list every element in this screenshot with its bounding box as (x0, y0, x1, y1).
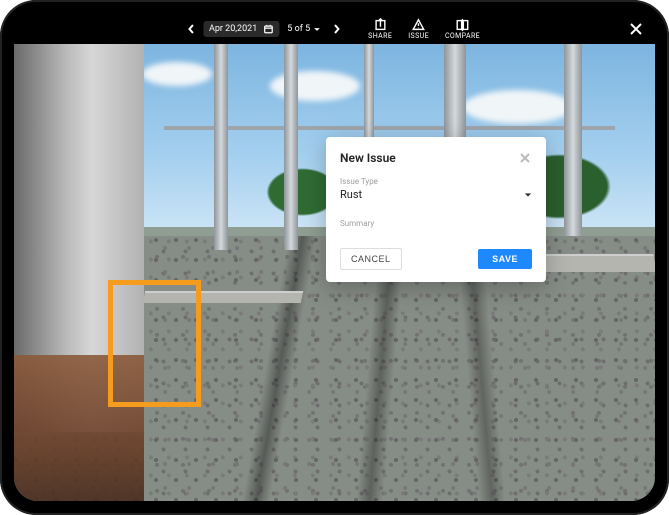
toolbar-center: Apr 20,2021 5 of 5 SHARE ISSUE (183, 14, 486, 44)
top-toolbar: Apr 20,2021 5 of 5 SHARE ISSUE (14, 14, 655, 44)
page-indicator-text: 5 of 5 (287, 24, 310, 34)
issue-type-label: Issue Type (340, 177, 532, 186)
caret-down-icon (524, 191, 532, 199)
modal-header: New Issue (340, 151, 532, 165)
tablet-frame: Apr 20,2021 5 of 5 SHARE ISSUE (0, 0, 669, 515)
modal-title: New Issue (340, 151, 396, 165)
issue-type-value: Rust (340, 188, 362, 201)
new-issue-modal: New Issue Issue Type Rust Summary CANCEL… (326, 137, 546, 282)
share-button[interactable]: SHARE (362, 14, 398, 44)
caret-down-icon (313, 26, 320, 33)
photo-pole (214, 44, 228, 250)
prev-button[interactable] (183, 14, 199, 44)
close-icon (519, 152, 531, 164)
annotation-highlight[interactable] (108, 280, 201, 407)
chevron-left-icon (186, 24, 196, 34)
modal-actions: CANCEL SAVE (340, 248, 532, 270)
page-indicator[interactable]: 5 of 5 (283, 24, 324, 34)
photo-beam (164, 126, 615, 130)
modal-close-button[interactable] (518, 151, 532, 165)
issue-button[interactable]: ISSUE (402, 14, 435, 44)
save-button[interactable]: SAVE (478, 249, 532, 269)
date-picker[interactable]: Apr 20,2021 (203, 21, 279, 37)
photo-cloud (463, 90, 573, 124)
close-viewer-button[interactable] (627, 20, 645, 38)
cancel-button[interactable]: CANCEL (340, 248, 402, 270)
date-text: Apr 20,2021 (209, 24, 257, 34)
calendar-icon (263, 24, 273, 34)
app-viewport: Apr 20,2021 5 of 5 SHARE ISSUE (14, 14, 655, 501)
share-label: SHARE (368, 32, 392, 40)
issue-label: ISSUE (408, 32, 429, 40)
chevron-right-icon (331, 24, 341, 34)
compare-button[interactable]: COMPARE (439, 14, 486, 44)
issue-icon (412, 18, 426, 32)
next-button[interactable] (328, 14, 344, 44)
close-icon (629, 22, 643, 36)
issue-type-select[interactable]: Rust (340, 188, 532, 205)
photo-pole (564, 44, 582, 236)
photo-pole (284, 44, 298, 250)
compare-label: COMPARE (445, 32, 480, 40)
summary-label: Summary (340, 219, 532, 228)
share-icon (373, 18, 387, 32)
compare-icon (455, 18, 469, 32)
